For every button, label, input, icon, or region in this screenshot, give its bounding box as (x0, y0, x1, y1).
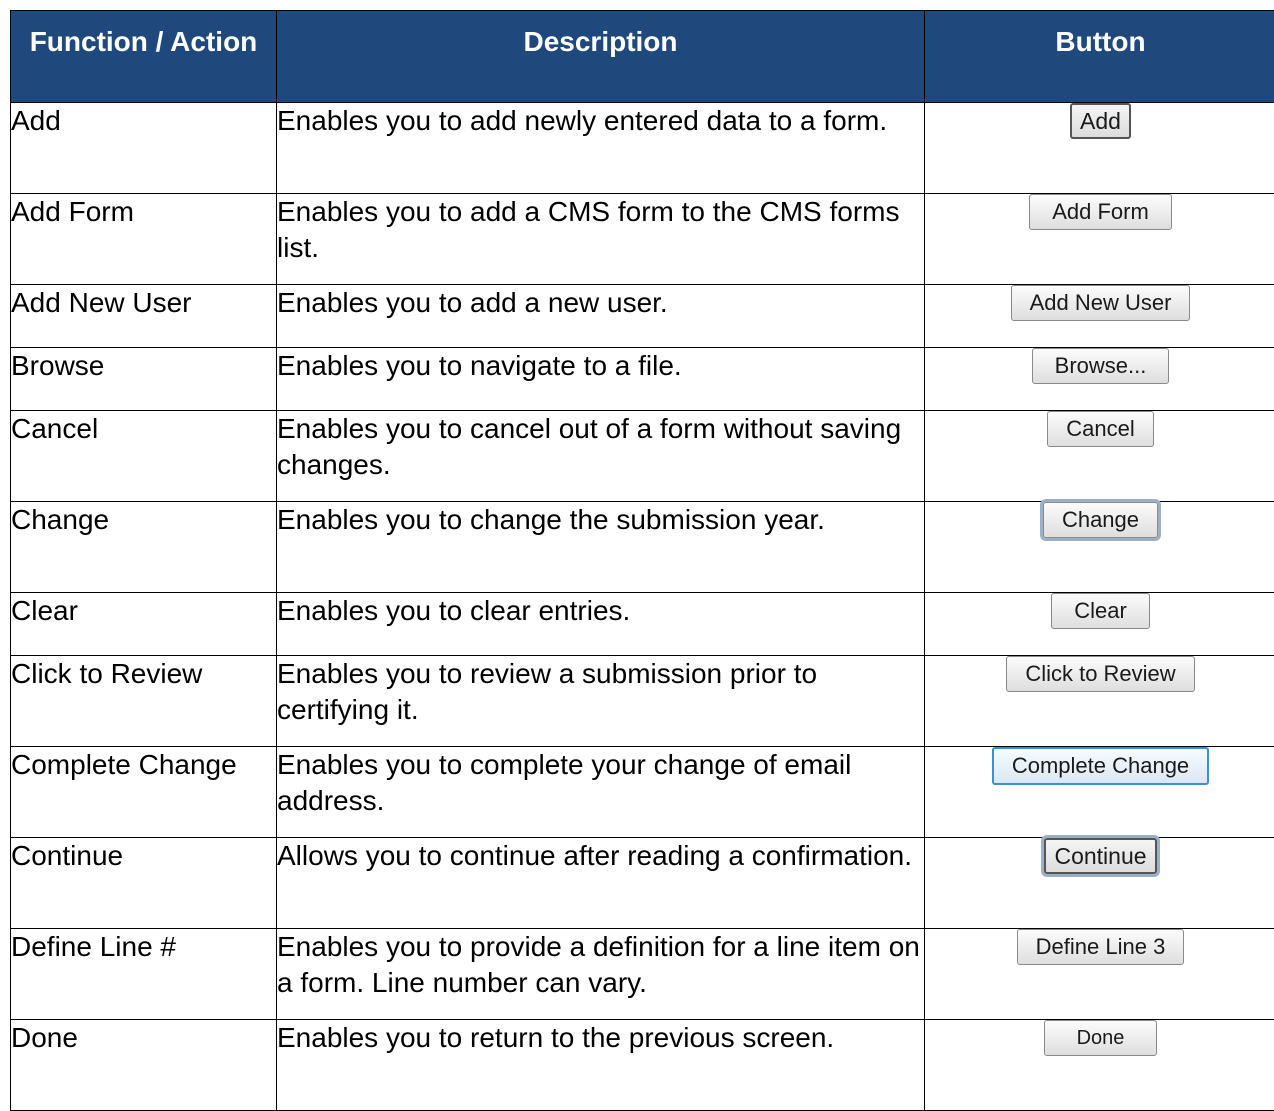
header-button: Button (925, 11, 1274, 103)
table-row: Cancel Enables you to cancel out of a fo… (11, 411, 1274, 502)
description-cell: Enables you to complete your change of e… (277, 747, 925, 838)
function-cell: Click to Review (11, 656, 277, 747)
button-cell: Done (925, 1020, 1274, 1111)
table-row: Add Form Enables you to add a CMS form t… (11, 194, 1274, 285)
description-cell: Enables you to return to the previous sc… (277, 1020, 925, 1111)
function-cell: Continue (11, 838, 277, 929)
button-cell: Browse... (925, 348, 1274, 411)
table-row: Complete Change Enables you to complete … (11, 747, 1274, 838)
browse-button[interactable]: Browse... (1032, 348, 1170, 384)
click-to-review-button[interactable]: Click to Review (1006, 656, 1194, 692)
add-form-button[interactable]: Add Form (1029, 194, 1172, 230)
function-cell: Add New User (11, 285, 277, 348)
function-cell: Done (11, 1020, 277, 1111)
description-cell: Enables you to add a new user. (277, 285, 925, 348)
description-cell: Enables you to clear entries. (277, 593, 925, 656)
complete-change-button[interactable]: Complete Change (992, 747, 1209, 785)
button-cell: Define Line 3 (925, 929, 1274, 1020)
description-cell: Enables you to provide a definition for … (277, 929, 925, 1020)
description-cell: Enables you to add newly entered data to… (277, 103, 925, 194)
define-line-button[interactable]: Define Line 3 (1017, 929, 1185, 965)
description-cell: Enables you to review a submission prior… (277, 656, 925, 747)
header-description: Description (277, 11, 925, 103)
description-cell: Enables you to add a CMS form to the CMS… (277, 194, 925, 285)
button-cell: Change (925, 502, 1274, 593)
button-cell: Add (925, 103, 1274, 194)
button-cell: Continue (925, 838, 1274, 929)
description-cell: Allows you to continue after reading a c… (277, 838, 925, 929)
continue-button[interactable]: Continue (1044, 838, 1156, 874)
table-row: Done Enables you to return to the previo… (11, 1020, 1274, 1111)
description-cell: Enables you to navigate to a file. (277, 348, 925, 411)
button-reference-table: Function / Action Description Button Add… (10, 10, 1274, 1111)
table-row: Browse Enables you to navigate to a file… (11, 348, 1274, 411)
table-row: Click to Review Enables you to review a … (11, 656, 1274, 747)
add-new-user-button[interactable]: Add New User (1011, 285, 1191, 321)
table-row: Continue Allows you to continue after re… (11, 838, 1274, 929)
button-cell: Click to Review (925, 656, 1274, 747)
table-row: Clear Enables you to clear entries. Clea… (11, 593, 1274, 656)
table-row: Change Enables you to change the submiss… (11, 502, 1274, 593)
button-cell: Cancel (925, 411, 1274, 502)
button-cell: Clear (925, 593, 1274, 656)
button-cell: Add Form (925, 194, 1274, 285)
function-cell: Browse (11, 348, 277, 411)
cancel-button[interactable]: Cancel (1047, 411, 1153, 447)
function-cell: Complete Change (11, 747, 277, 838)
table-row: Add New User Enables you to add a new us… (11, 285, 1274, 348)
function-cell: Add (11, 103, 277, 194)
description-cell: Enables you to cancel out of a form with… (277, 411, 925, 502)
add-button[interactable]: Add (1070, 103, 1131, 139)
button-cell: Add New User (925, 285, 1274, 348)
table-row: Add Enables you to add newly entered dat… (11, 103, 1274, 194)
button-cell: Complete Change (925, 747, 1274, 838)
description-cell: Enables you to change the submission yea… (277, 502, 925, 593)
done-button[interactable]: Done (1044, 1020, 1158, 1056)
function-cell: Change (11, 502, 277, 593)
function-cell: Define Line # (11, 929, 277, 1020)
clear-button[interactable]: Clear (1051, 593, 1150, 629)
header-function: Function / Action (11, 11, 277, 103)
function-cell: Clear (11, 593, 277, 656)
function-cell: Add Form (11, 194, 277, 285)
change-button[interactable]: Change (1043, 502, 1158, 538)
function-cell: Cancel (11, 411, 277, 502)
table-row: Define Line # Enables you to provide a d… (11, 929, 1274, 1020)
header-row: Function / Action Description Button (11, 11, 1274, 103)
